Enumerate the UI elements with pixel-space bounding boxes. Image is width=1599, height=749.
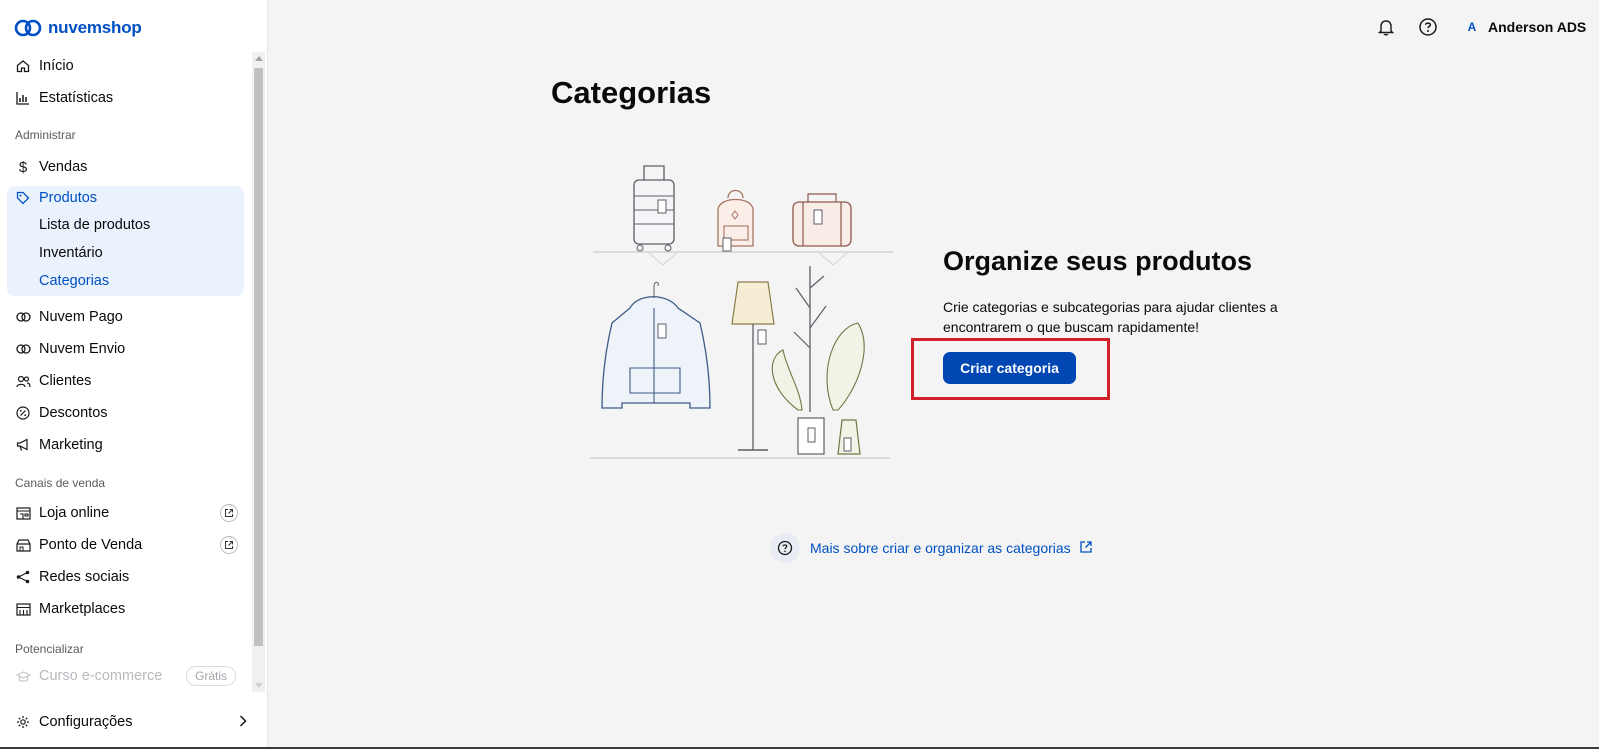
sidebar-item-label: Produtos xyxy=(39,190,98,206)
sidebar-item-loja-online[interactable]: Loja online xyxy=(8,499,244,527)
sidebar: nuvemshop Início Estatísticas Administra… xyxy=(0,0,268,749)
chart-icon xyxy=(15,90,31,106)
sidebar-item-nuvem-pago[interactable]: Nuvem Pago xyxy=(8,303,244,331)
empty-state-illustration xyxy=(588,158,894,470)
logo-text: nuvemshop xyxy=(48,18,142,37)
sidebar-subitem-inventario[interactable]: Inventário xyxy=(8,239,244,267)
nuvem-icon xyxy=(15,309,31,325)
scroll-up-arrow-icon[interactable] xyxy=(255,56,263,61)
external-link-icon xyxy=(1079,540,1093,557)
external-link-icon[interactable] xyxy=(220,536,238,554)
sidebar-item-marketplaces[interactable]: Marketplaces xyxy=(8,595,244,623)
sidebar-item-label: Descontos xyxy=(39,405,108,421)
sidebar-item-label: Lista de produtos xyxy=(39,217,151,233)
sidebar-item-label: Inventário xyxy=(39,245,103,261)
sidebar-item-inicio[interactable]: Início xyxy=(8,52,244,80)
avatar: A xyxy=(1467,20,1477,34)
store-icon xyxy=(15,505,31,521)
sidebar-item-label: Redes sociais xyxy=(39,569,130,585)
marketplace-icon xyxy=(15,601,31,617)
external-link-icon[interactable] xyxy=(220,504,238,522)
help-link-categorias[interactable]: Mais sobre criar e organizar as categori… xyxy=(770,533,1093,563)
help-question-icon[interactable] xyxy=(1416,15,1440,39)
nuvemshop-logo[interactable]: nuvemshop xyxy=(14,16,142,40)
graduation-cap-icon xyxy=(15,668,31,684)
nuvemshop-logo-icon xyxy=(14,19,42,37)
page-title: Categorias xyxy=(551,75,712,110)
sidebar-item-label: Loja online xyxy=(39,505,110,521)
percent-icon xyxy=(15,405,31,421)
section-label-canais-de-venda: Canais de venda xyxy=(15,476,106,490)
sidebar-item-vendas[interactable]: $ Vendas xyxy=(8,153,244,181)
scroll-down-arrow-icon[interactable] xyxy=(255,683,263,688)
sidebar-item-redes-sociais[interactable]: Redes sociais xyxy=(8,563,244,591)
sidebar-item-descontos[interactable]: Descontos xyxy=(8,399,244,427)
sidebar-subitem-categorias[interactable]: Categorias xyxy=(8,267,244,295)
chevron-right-icon xyxy=(238,714,248,732)
share-icon xyxy=(15,569,31,585)
section-label-administrar: Administrar xyxy=(15,128,76,142)
sidebar-item-produtos[interactable]: Produtos xyxy=(8,184,244,212)
nuvem-icon xyxy=(15,341,31,357)
free-badge: Grátis xyxy=(185,666,236,686)
sidebar-item-label: Categorias xyxy=(39,273,110,289)
sidebar-subitem-lista-de-produtos[interactable]: Lista de produtos xyxy=(8,211,244,239)
sidebar-item-label: Nuvem Envio xyxy=(39,341,126,357)
section-label-potencializar: Potencializar xyxy=(15,642,84,656)
sidebar-item-label: Marketing xyxy=(39,437,103,453)
sidebar-nav: Início Estatísticas Administrar $ Vendas… xyxy=(0,52,252,692)
home-icon xyxy=(15,58,31,74)
scroll-thumb[interactable] xyxy=(254,68,263,646)
sidebar-item-label: Clientes xyxy=(39,373,92,389)
sidebar-item-estatisticas[interactable]: Estatísticas xyxy=(8,84,244,112)
megaphone-icon xyxy=(15,437,31,453)
sidebar-item-label: Estatísticas xyxy=(39,90,114,106)
sidebar-item-label: Nuvem Pago xyxy=(39,309,123,325)
users-icon xyxy=(15,373,31,389)
sidebar-item-label: Vendas xyxy=(39,159,88,175)
user-menu[interactable]: A Anderson ADS xyxy=(1466,15,1587,39)
sidebar-item-label: Ponto de Venda xyxy=(39,537,143,553)
sidebar-item-marketing[interactable]: Marketing xyxy=(8,431,244,459)
sidebar-item-label: Curso e-commerce xyxy=(39,668,163,684)
empty-state-title: Organize seus produtos xyxy=(943,246,1253,276)
pos-icon xyxy=(15,537,31,553)
notifications-bell-icon[interactable] xyxy=(1374,15,1398,39)
help-link-label: Mais sobre criar e organizar as categori… xyxy=(810,540,1071,556)
sidebar-item-label: Início xyxy=(39,58,74,74)
sidebar-item-label: Marketplaces xyxy=(39,601,126,617)
create-category-button[interactable]: Criar categoria xyxy=(943,352,1076,384)
sidebar-item-configuracoes[interactable]: Configurações xyxy=(8,708,252,736)
empty-state-description: Crie categorias e subcategorias para aju… xyxy=(943,299,1278,335)
sidebar-item-curso-ecommerce[interactable]: Curso e-commerce Grátis xyxy=(8,662,244,690)
sidebar-item-clientes[interactable]: Clientes xyxy=(8,367,244,395)
sidebar-item-nuvem-envio[interactable]: Nuvem Envio xyxy=(8,335,244,363)
gear-icon xyxy=(15,714,31,730)
tag-icon xyxy=(15,190,31,206)
sidebar-item-ponto-de-venda[interactable]: Ponto de Venda xyxy=(8,531,244,559)
help-question-icon xyxy=(770,533,800,563)
sidebar-item-label: Configurações xyxy=(39,714,133,730)
user-name: Anderson ADS xyxy=(1488,19,1587,35)
dollar-icon: $ xyxy=(18,158,28,176)
sidebar-scrollbar[interactable] xyxy=(252,52,265,692)
